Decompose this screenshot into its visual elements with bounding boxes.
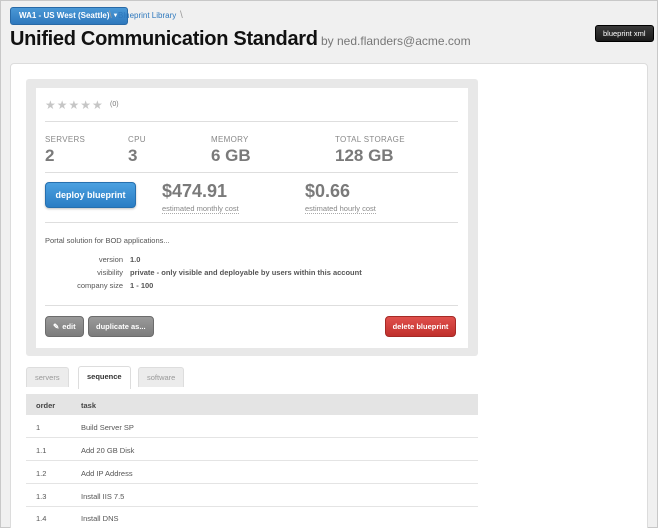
storage-value: 128 GB (335, 146, 394, 165)
tab-servers[interactable]: servers (26, 367, 69, 387)
tab-software[interactable]: software (138, 367, 185, 387)
task-cell: Build Server SP (81, 423, 134, 432)
region-label: WA1 - US West (Seattle) (19, 11, 110, 20)
breadcrumb-blueprint-library-link[interactable]: Blueprint Library (118, 11, 176, 20)
deploy-blueprint-button[interactable]: deploy blueprint (45, 182, 136, 208)
order-cell: 1 (36, 423, 41, 432)
monthly-cost-label: estimated monthly cost (162, 204, 239, 214)
blueprint-owner: by ned.flanders@acme.com (321, 34, 471, 48)
edit-button[interactable]: ✎ edit (45, 316, 84, 337)
page-title: Unified Communication Standard (10, 28, 318, 50)
hourly-cost-label: estimated hourly cost (305, 204, 376, 214)
visibility-label: visibility (97, 268, 123, 277)
blueprint-card (36, 88, 468, 348)
version-value: 1.0 (130, 255, 141, 264)
memory-label: MEMORY (211, 135, 249, 144)
visibility-value: private - only visible and deployable by… (130, 268, 362, 277)
edit-label: edit (62, 322, 76, 331)
task-cell: Add IP Address (81, 469, 133, 478)
hourly-cost-value: $0.66 (305, 181, 351, 201)
divider (45, 121, 458, 122)
monthly-cost-value: $474.91 (162, 181, 228, 201)
breadcrumb-separator: \ (180, 10, 183, 21)
order-cell: 1.4 (36, 514, 47, 523)
task-cell: Add 20 GB Disk (81, 446, 135, 455)
column-header-task: task (81, 401, 97, 410)
divider (45, 305, 458, 306)
cpu-label: CPU (128, 135, 146, 144)
task-cell: Install DNS (81, 514, 119, 523)
version-label: version (98, 255, 123, 264)
cpu-value: 3 (128, 146, 138, 165)
blueprint-xml-button[interactable]: blueprint xml (595, 25, 654, 42)
company-size-value: 1 - 100 (130, 281, 154, 290)
company-size-label: company size (77, 281, 123, 290)
duplicate-as-button[interactable]: duplicate as... (88, 316, 154, 337)
star-rating[interactable]: ★★★★★ (45, 98, 104, 112)
task-cell: Install IIS 7.5 (81, 492, 125, 501)
edit-icon: ✎ (53, 322, 60, 331)
order-cell: 1.3 (36, 492, 47, 501)
blueprint-description: Portal solution for BOD applications... (45, 236, 170, 245)
divider (45, 222, 458, 223)
breadcrumb-separator: \ (109, 10, 112, 21)
memory-value: 6 GB (211, 146, 251, 165)
storage-label: TOTAL STORAGE (335, 135, 405, 144)
order-cell: 1.1 (36, 446, 47, 455)
divider (45, 172, 458, 173)
servers-label: SERVERS (45, 135, 86, 144)
servers-value: 2 (45, 146, 55, 165)
rating-count: (0) (110, 101, 119, 108)
delete-blueprint-button[interactable]: delete blueprint (385, 316, 456, 337)
tab-sequence[interactable]: sequence (78, 366, 131, 389)
order-cell: 1.2 (36, 469, 47, 478)
column-header-order: order (36, 401, 56, 410)
